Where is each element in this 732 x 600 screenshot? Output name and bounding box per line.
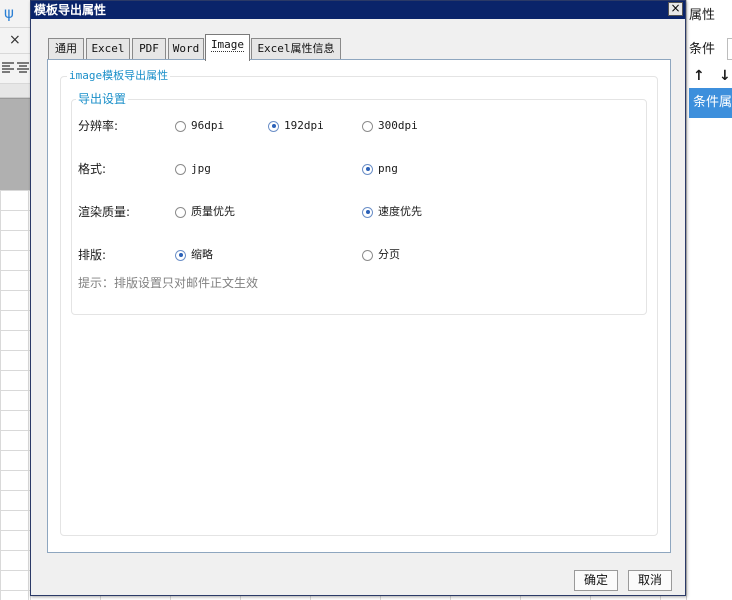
bg-selected-condition-item[interactable]: 条件属性 (689, 88, 732, 118)
radio-192dpi-indicator[interactable] (268, 120, 279, 132)
dialog-close-button[interactable]: × (668, 2, 683, 16)
radio-quality-first-indicator[interactable] (175, 206, 186, 218)
bg-header-area (0, 98, 30, 190)
arrow-up-icon[interactable]: ↑ (693, 68, 705, 84)
image-export-group: image模板导出属性 导出设置 分辨率: 96dpi 192dpi 300dp… (60, 69, 658, 536)
radio-jpg-indicator[interactable] (175, 163, 186, 175)
format-label: 格式: (78, 162, 107, 176)
radio-png[interactable]: png (362, 162, 398, 176)
radio-192dpi[interactable]: 192dpi (268, 119, 324, 133)
ok-button[interactable]: 确定 (574, 570, 618, 591)
background-left-panel: ψ × (0, 0, 30, 600)
bg-format-toolbar (0, 54, 30, 84)
tab-general[interactable]: 通用 (48, 38, 84, 60)
radio-thumbnail[interactable]: 缩略 (175, 248, 213, 262)
render-quality-label: 渲染质量: (78, 205, 131, 219)
export-settings-group: 导出设置 分辨率: 96dpi 192dpi 300dpi 格式: jpg pn… (71, 92, 647, 315)
bg-condition-input[interactable] (727, 38, 732, 60)
close-icon[interactable]: × (9, 32, 21, 48)
tab-image[interactable]: Image (205, 34, 250, 61)
radio-96dpi-indicator[interactable] (175, 120, 186, 132)
cancel-button[interactable]: 取消 (628, 570, 672, 591)
tab-word[interactable]: Word (168, 38, 204, 60)
resolution-label: 分辨率: (78, 119, 119, 133)
bg-spreadsheet-grid (0, 190, 30, 600)
bg-ruler (0, 84, 30, 98)
radio-speed-first[interactable]: 速度优先 (362, 205, 422, 219)
radio-300dpi[interactable]: 300dpi (362, 119, 418, 133)
radio-paginate[interactable]: 分页 (362, 248, 400, 262)
align-center-icon[interactable] (17, 62, 29, 74)
radio-png-indicator[interactable] (362, 163, 373, 175)
radio-quality-first[interactable]: 质量优先 (175, 205, 235, 219)
radio-paginate-indicator[interactable] (362, 249, 373, 261)
radio-96dpi[interactable]: 96dpi (175, 119, 224, 133)
tab-pdf[interactable]: PDF (132, 38, 166, 60)
layout-label: 排版: (78, 248, 107, 262)
background-right-panel: 属性 条件 ↑ ↓ 条件属性 (686, 0, 732, 600)
bg-toolbar-top: ψ (0, 0, 30, 28)
radio-jpg[interactable]: jpg (175, 162, 211, 176)
tab-excel[interactable]: Excel (86, 38, 130, 60)
radio-thumbnail-indicator[interactable] (175, 249, 186, 261)
align-left-icon[interactable] (2, 62, 14, 74)
image-tab-panel: image模板导出属性 导出设置 分辨率: 96dpi 192dpi 300dp… (47, 59, 671, 553)
arrow-down-icon[interactable]: ↓ (719, 68, 731, 84)
layout-hint-text: 提示：排版设置只对邮件正文生效 (78, 276, 259, 290)
export-properties-dialog: 模板导出属性 × 通用 Excel PDF Word Image Excel属性… (30, 0, 686, 596)
app-logo-icon: ψ (4, 4, 14, 22)
bg-tab-strip: × (0, 28, 30, 54)
bg-condition-label: 条件 (689, 42, 716, 57)
image-export-group-title: image模板导出属性 (67, 69, 171, 83)
tab-excel-properties[interactable]: Excel属性信息 (251, 38, 341, 60)
dialog-title: 模板导出属性 (34, 3, 107, 17)
export-settings-title: 导出设置 (76, 92, 129, 106)
dialog-titlebar[interactable]: 模板导出属性 × (31, 1, 685, 19)
radio-300dpi-indicator[interactable] (362, 120, 373, 132)
radio-speed-first-indicator[interactable] (362, 206, 373, 218)
bg-properties-label: 属性 (689, 8, 716, 23)
